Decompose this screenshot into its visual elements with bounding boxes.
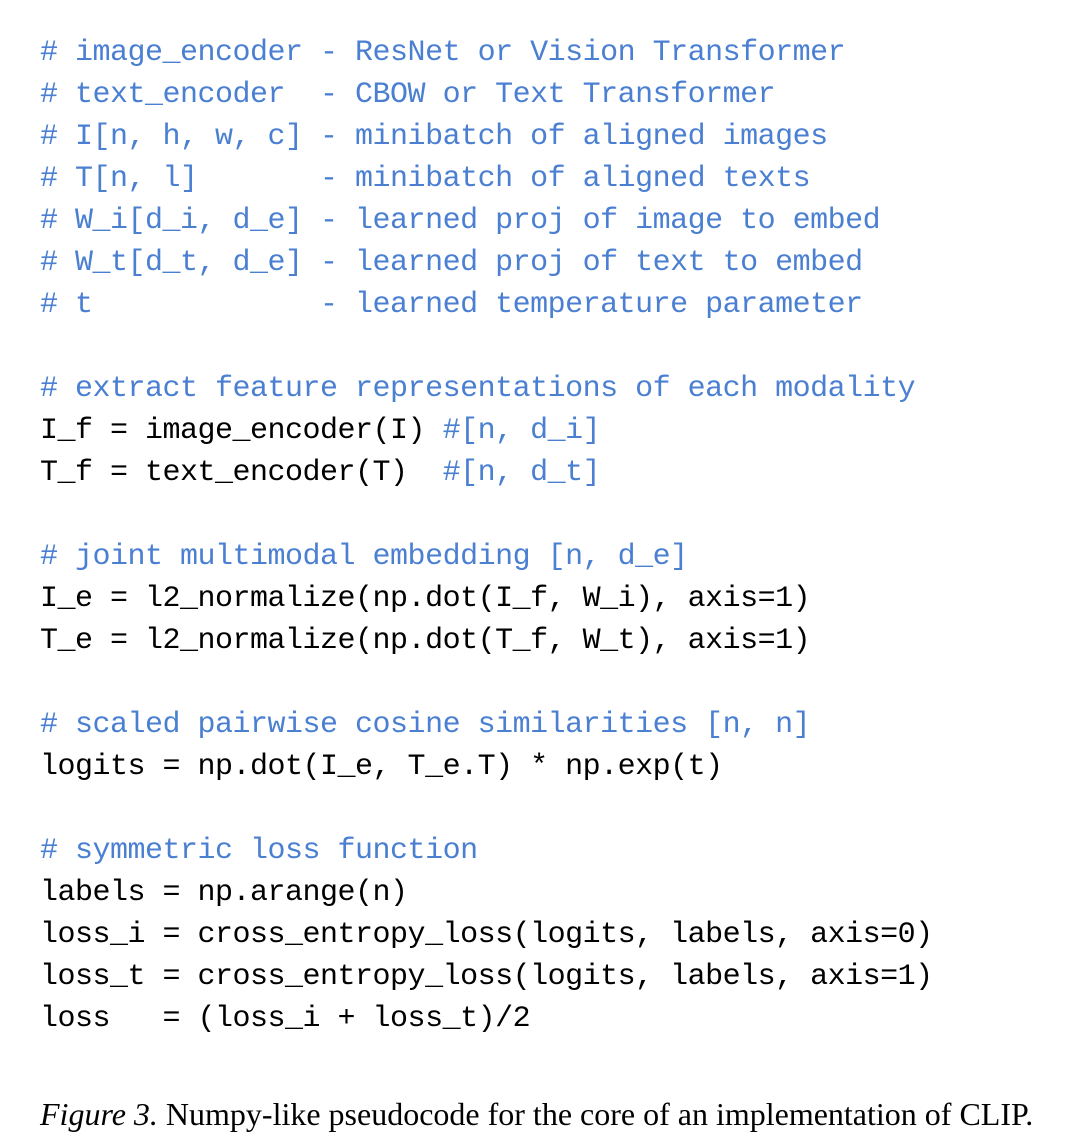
code-text: labels = np.arange(n) <box>40 876 408 910</box>
code-line: # extract feature representations of eac… <box>40 368 1050 410</box>
code-comment: # symmetric loss function <box>40 834 478 868</box>
code-line: # text_encoder - CBOW or Text Transforme… <box>40 74 1050 116</box>
code-text: T_e = l2_normalize(np.dot(T_f, W_t), axi… <box>40 624 810 658</box>
code-comment: # I[n, h, w, c] - minibatch of aligned i… <box>40 120 828 154</box>
code-line: I_f = image_encoder(I) #[n, d_i] <box>40 410 1050 452</box>
code-text: I_f = image_encoder(I) <box>40 414 443 448</box>
code-line: I_e = l2_normalize(np.dot(I_f, W_i), axi… <box>40 578 1050 620</box>
code-line: # image_encoder - ResNet or Vision Trans… <box>40 32 1050 74</box>
code-line: labels = np.arange(n) <box>40 872 1050 914</box>
code-text: loss_i = cross_entropy_loss(logits, labe… <box>40 918 933 952</box>
code-comment: #[n, d_t] <box>443 456 601 490</box>
code-line: loss = (loss_i + loss_t)/2 <box>40 998 1050 1040</box>
code-text: logits = np.dot(I_e, T_e.T) * np.exp(t) <box>40 750 723 784</box>
code-line: loss_i = cross_entropy_loss(logits, labe… <box>40 914 1050 956</box>
code-comment: # t - learned temperature parameter <box>40 288 863 322</box>
code-line: T_e = l2_normalize(np.dot(T_f, W_t), axi… <box>40 620 1050 662</box>
code-line <box>40 326 1050 368</box>
code-comment: # text_encoder - CBOW or Text Transforme… <box>40 78 775 112</box>
code-comment: # T[n, l] - minibatch of aligned texts <box>40 162 810 196</box>
code-line: loss_t = cross_entropy_loss(logits, labe… <box>40 956 1050 998</box>
code-line: # scaled pairwise cosine similarities [n… <box>40 704 1050 746</box>
code-line <box>40 662 1050 704</box>
code-comment: # W_t[d_t, d_e] - learned proj of text t… <box>40 246 863 280</box>
code-line: # W_t[d_t, d_e] - learned proj of text t… <box>40 242 1050 284</box>
code-line: logits = np.dot(I_e, T_e.T) * np.exp(t) <box>40 746 1050 788</box>
code-line <box>40 494 1050 536</box>
code-comment: # image_encoder - ResNet or Vision Trans… <box>40 36 845 70</box>
code-comment: #[n, d_i] <box>443 414 601 448</box>
code-line: # T[n, l] - minibatch of aligned texts <box>40 158 1050 200</box>
code-comment: # W_i[d_i, d_e] - learned proj of image … <box>40 204 880 238</box>
code-line: # t - learned temperature parameter <box>40 284 1050 326</box>
figure-caption-text: Numpy-like pseudocode for the core of an… <box>158 1096 1033 1132</box>
code-text: I_e = l2_normalize(np.dot(I_f, W_i), axi… <box>40 582 810 616</box>
code-text: T_f = text_encoder(T) <box>40 456 443 490</box>
code-line: # W_i[d_i, d_e] - learned proj of image … <box>40 200 1050 242</box>
figure-caption: Figure 3. Numpy-like pseudocode for the … <box>40 1090 1050 1138</box>
figure-label: Figure 3. <box>40 1096 158 1132</box>
code-line: # joint multimodal embedding [n, d_e] <box>40 536 1050 578</box>
code-line: T_f = text_encoder(T) #[n, d_t] <box>40 452 1050 494</box>
pseudocode-block: # image_encoder - ResNet or Vision Trans… <box>40 32 1050 1040</box>
code-text: loss = (loss_i + loss_t)/2 <box>40 1002 530 1036</box>
code-comment: # joint multimodal embedding [n, d_e] <box>40 540 688 574</box>
code-comment: # extract feature representations of eac… <box>40 372 915 406</box>
code-line: # symmetric loss function <box>40 830 1050 872</box>
code-line: # I[n, h, w, c] - minibatch of aligned i… <box>40 116 1050 158</box>
code-line <box>40 788 1050 830</box>
code-text: loss_t = cross_entropy_loss(logits, labe… <box>40 960 933 994</box>
code-comment: # scaled pairwise cosine similarities [n… <box>40 708 810 742</box>
